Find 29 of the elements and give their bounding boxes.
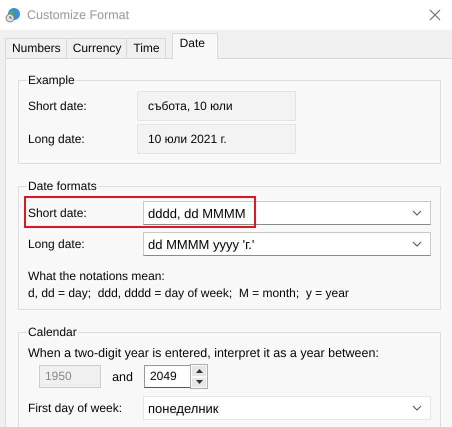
group-title: Calendar (27, 325, 78, 339)
globe-icon (5, 7, 21, 23)
year-prompt: When a two-digit year is entered, interpret it as a year between: (28, 346, 380, 360)
field-label: First day of week: (28, 401, 124, 415)
field-label: Short date: (28, 206, 88, 220)
tab[interactable]: Date (172, 33, 218, 59)
year-field[interactable]: 2049 (144, 365, 190, 388)
and-label: and (111, 370, 134, 384)
chevron-icon (412, 241, 422, 247)
group-title: Example (27, 73, 76, 87)
dropdown[interactable]: dddd, dd MMMM (143, 201, 431, 225)
field-label: Long date: (28, 132, 86, 146)
window-title: Customize Format (27, 8, 130, 22)
field-label: Long date: (28, 237, 86, 251)
dropdown[interactable]: dd MMMM yyyy 'г.' (143, 232, 431, 256)
notation-title: What the notations mean: (28, 269, 166, 283)
field-label: Short date: (28, 98, 88, 112)
group-title: Date formats (27, 179, 98, 193)
notation-text: d, dd = day; ddd, dddd = day of week; M = month; y = year (28, 286, 350, 300)
readonly-field: 10 юли 2021 г. (137, 124, 296, 154)
chevron-icon (412, 405, 422, 411)
readonly-field: събота, 10 юли (137, 90, 296, 120)
dropdown[interactable]: понеделник (143, 396, 431, 420)
close-icon[interactable] (429, 9, 441, 21)
tab[interactable]: Time (127, 38, 166, 58)
tab[interactable]: Currency (66, 38, 128, 58)
chevron-icon (412, 210, 422, 216)
tab[interactable]: Numbers (5, 38, 67, 58)
spinner[interactable] (190, 364, 208, 389)
